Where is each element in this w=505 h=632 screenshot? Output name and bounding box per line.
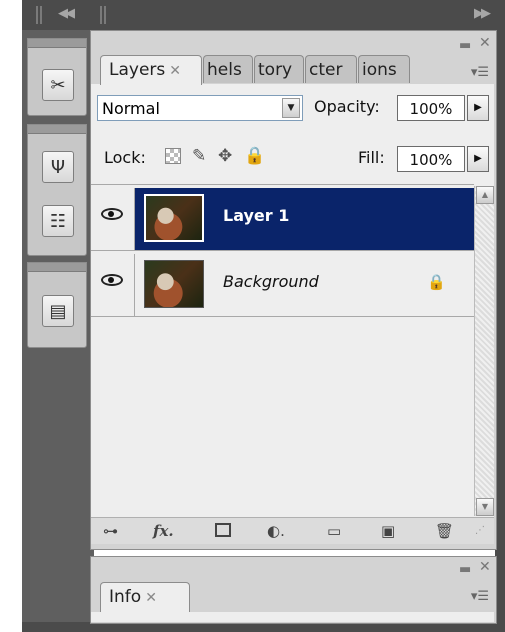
resize-grip-icon[interactable]: ⋰ — [475, 521, 485, 541]
close-tab-icon[interactable]: ✕ — [169, 63, 181, 79]
opacity-field[interactable]: 100% — [397, 95, 465, 121]
layer-lock-icon: 🔒 — [427, 273, 446, 291]
eye-icon — [101, 274, 123, 286]
dock-group-brushes: Ψ ☷ — [27, 124, 87, 256]
expand-panels-icon[interactable]: ▶▶ — [474, 6, 491, 21]
info-panel-body — [91, 612, 494, 622]
dock-group-bar[interactable] — [28, 125, 86, 134]
tab-character[interactable]: cter — [305, 55, 357, 83]
scroll-up-icon[interactable]: ▲ — [476, 186, 494, 204]
fill-label: Fill: — [358, 148, 385, 167]
visibility-toggle[interactable] — [91, 254, 135, 316]
tool-presets-icon[interactable]: ✂ — [42, 69, 74, 101]
link-layers-icon[interactable]: ⊶ — [103, 521, 118, 541]
panel-grip-icon[interactable] — [100, 6, 102, 24]
scroll-down-icon[interactable]: ▼ — [476, 498, 494, 516]
tab-actions[interactable]: ions — [358, 55, 410, 83]
divider — [91, 184, 474, 185]
layer-thumbnail — [144, 260, 204, 308]
brushes-icon[interactable]: Ψ — [42, 151, 74, 183]
close-panel-icon[interactable]: ✕ — [479, 559, 491, 575]
fill-slider-button[interactable]: ▶ — [467, 146, 489, 172]
layer-style-icon[interactable]: fx. — [153, 521, 174, 541]
add-mask-icon[interactable] — [215, 523, 231, 537]
clone-source-icon[interactable]: ☷ — [42, 205, 74, 237]
tab-actions-label: ions — [362, 60, 397, 80]
close-panel-icon[interactable]: ✕ — [479, 35, 491, 51]
dock-group-tools: ✂ — [27, 38, 87, 116]
delete-layer-icon[interactable]: 🗑 — [435, 521, 454, 541]
fill-field[interactable]: 100% — [397, 146, 465, 172]
new-group-icon[interactable]: ▭ — [327, 521, 341, 541]
tab-history-label: tory — [258, 60, 293, 80]
tab-history[interactable]: tory — [254, 55, 304, 83]
dock-group-history: ▤ — [27, 262, 87, 348]
layers-toolbar: ⊶ fx. ◐. ▭ ▣ 🗑 ⋰ — [91, 517, 494, 544]
opacity-slider-button[interactable]: ▶ — [467, 95, 489, 121]
layer-row[interactable]: Layer 1 — [91, 188, 474, 250]
tab-layers[interactable]: Layers ✕ — [100, 55, 202, 85]
lock-all-icon[interactable]: 🔒 — [244, 146, 265, 166]
dock-group-bar[interactable] — [28, 263, 86, 272]
opacity-label: Opacity: — [314, 97, 380, 116]
lock-position-icon[interactable]: ✥ — [218, 146, 232, 166]
lock-label: Lock: — [104, 148, 146, 167]
visibility-toggle[interactable] — [91, 188, 135, 250]
panel-menu-icon[interactable]: ▾☰ — [466, 62, 494, 84]
layer-thumbnail — [144, 194, 204, 242]
lock-pixels-icon[interactable]: ✎ — [192, 146, 206, 166]
layer-name[interactable]: Layer 1 — [223, 206, 289, 225]
tab-info[interactable]: Info ✕ — [100, 582, 190, 612]
divider — [91, 316, 474, 317]
dock-group-bar[interactable] — [28, 39, 86, 48]
new-layer-icon[interactable]: ▣ — [381, 521, 395, 541]
adjustment-layer-icon[interactable]: ◐. — [267, 521, 285, 541]
close-tab-icon[interactable]: ✕ — [145, 590, 157, 606]
divider — [91, 250, 474, 251]
collapse-dock-icon[interactable]: ◀◀ — [58, 6, 75, 21]
tab-channels[interactable]: hels — [203, 55, 253, 83]
eye-icon — [101, 208, 123, 220]
layer-row[interactable]: Background 🔒 — [91, 254, 474, 316]
chevron-down-icon[interactable]: ▼ — [282, 98, 300, 118]
blend-mode-select[interactable]: Normal ▼ — [97, 95, 303, 121]
dock-grip-icon[interactable] — [36, 6, 38, 24]
lock-transparency-icon[interactable] — [165, 148, 181, 164]
workspace-top-bar — [22, 0, 505, 30]
tab-character-label: cter — [309, 60, 343, 80]
minimize-panel-icon[interactable]: ▬ — [459, 38, 471, 53]
blend-mode-value: Normal — [102, 99, 160, 118]
layer-name[interactable]: Background — [223, 272, 319, 291]
tab-info-label: Info — [109, 587, 142, 607]
minimize-panel-icon[interactable]: ▬ — [459, 562, 471, 577]
layer-comps-icon[interactable]: ▤ — [42, 295, 74, 327]
tab-layers-label: Layers — [109, 60, 166, 80]
tab-channels-label: hels — [207, 60, 242, 80]
panel-menu-icon[interactable]: ▾☰ — [466, 586, 494, 608]
layers-scrollbar[interactable]: ▲ ▼ — [474, 186, 494, 516]
